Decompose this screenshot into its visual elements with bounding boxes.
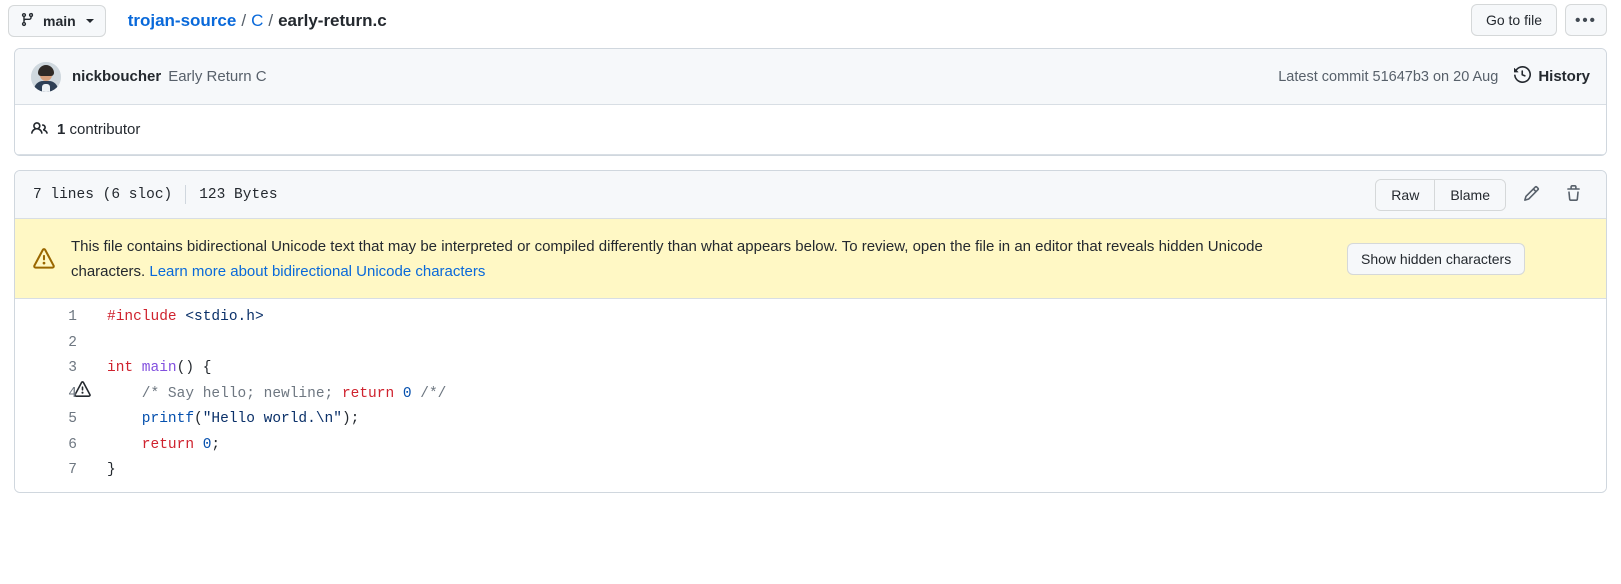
line-content[interactable]: } xyxy=(77,458,116,484)
code-line: 7 } xyxy=(15,458,1606,484)
line-number[interactable]: 7 xyxy=(45,458,77,484)
line-warning-gutter xyxy=(15,458,45,484)
breadcrumb-separator-2: / xyxy=(268,10,274,30)
line-number[interactable]: 6 xyxy=(45,433,77,459)
token-header: <stdio.h> xyxy=(176,309,264,325)
branch-name-label: main xyxy=(43,12,76,29)
token-string: "Hello world.\n" xyxy=(202,411,342,427)
commit-meta: Latest commit 51647b3 on 20 Aug History xyxy=(1278,65,1590,87)
line-content[interactable]: printf("Hello world.\n"); xyxy=(77,407,360,433)
token-comment: /* Say hello; newline; xyxy=(107,385,342,402)
code-line: 3 int main() { xyxy=(15,356,1606,382)
token-punct: ( xyxy=(194,411,203,427)
avatar[interactable] xyxy=(31,61,61,92)
history-clock-icon xyxy=(1514,65,1532,87)
github-file-view-page: main trojan-source / C / early-return.c … xyxy=(0,0,1621,584)
branch-selector-button[interactable]: main xyxy=(8,4,106,37)
blame-button[interactable]: Blame xyxy=(1434,179,1505,210)
code-line: 2 xyxy=(15,331,1606,357)
token-function: main xyxy=(133,360,177,376)
token-function-call: printf xyxy=(107,411,195,427)
token-keyword: return xyxy=(107,436,195,453)
edit-file-button[interactable] xyxy=(1514,180,1548,210)
line-content[interactable]: return 0; xyxy=(77,433,220,459)
file-info-box: nickboucher Early Return C Latest commit… xyxy=(14,48,1607,156)
line-warning-gutter xyxy=(15,433,45,459)
trash-icon xyxy=(1565,184,1582,205)
token-keyword: int xyxy=(107,360,134,376)
commit-author-link[interactable]: nickboucher xyxy=(72,68,161,85)
line-warning-gutter[interactable] xyxy=(15,380,91,408)
token-punct: } xyxy=(107,462,116,478)
line-content[interactable]: /* Say hello; newline; return 0 /*/ xyxy=(77,382,447,408)
token-punct: ); xyxy=(341,411,360,427)
token-punct: ; xyxy=(211,436,221,453)
chevron-down-icon xyxy=(85,18,94,23)
token-preprocessor: #include xyxy=(107,309,177,325)
latest-commit-row: nickboucher Early Return C Latest commit… xyxy=(15,49,1606,105)
code-block: 1 #include <stdio.h> 2 3 int main() {4 … xyxy=(15,299,1606,492)
people-icon xyxy=(31,120,48,140)
bidi-learn-more-link[interactable]: Learn more about bidirectional Unicode c… xyxy=(149,263,485,280)
token-number: 0 xyxy=(394,385,412,402)
line-warning-gutter xyxy=(15,305,45,331)
blob-header: 7 lines (6 sloc) 123 Bytes Raw Blame xyxy=(15,171,1606,219)
file-header-row: main trojan-source / C / early-return.c … xyxy=(0,0,1621,41)
bidi-warning-banner: This file contains bidirectional Unicode… xyxy=(15,219,1606,299)
breadcrumb: trojan-source / C / early-return.c xyxy=(128,11,387,31)
bidi-warning-text: This file contains bidirectional Unicode… xyxy=(71,234,1329,284)
latest-commit-info: Latest commit 51647b3 on 20 Aug xyxy=(1278,68,1499,85)
blob-stats: 7 lines (6 sloc) 123 Bytes xyxy=(33,185,278,204)
token-keyword: return xyxy=(341,385,395,402)
line-number[interactable]: 2 xyxy=(45,331,77,357)
go-to-file-button[interactable]: Go to file xyxy=(1470,4,1557,36)
code-line: 5 printf("Hello world.\n"); xyxy=(15,407,1606,433)
line-content[interactable]: int main() { xyxy=(77,356,211,382)
header-actions: Go to file ••• xyxy=(1470,4,1607,36)
token-punct: () { xyxy=(176,360,212,376)
blob-box: 7 lines (6 sloc) 123 Bytes Raw Blame Thi… xyxy=(14,170,1607,493)
more-options-button[interactable]: ••• xyxy=(1565,4,1607,36)
code-line: 4 /* Say hello; newline; return 0 /*/ xyxy=(15,380,1606,408)
alert-triangle-icon xyxy=(33,247,55,270)
git-branch-icon xyxy=(20,12,35,30)
line-warning-gutter xyxy=(15,407,45,433)
blob-file-size: 123 Bytes xyxy=(199,186,278,203)
commit-message[interactable]: Early Return C xyxy=(168,68,266,85)
history-link[interactable]: History xyxy=(1514,65,1590,87)
raw-button[interactable]: Raw xyxy=(1376,179,1435,210)
raw-blame-button-group: Raw Blame xyxy=(1375,178,1506,211)
breadcrumb-current-file: early-return.c xyxy=(278,10,387,30)
breadcrumb-repo-link[interactable]: trojan-source xyxy=(128,11,237,31)
token-number: 0 xyxy=(194,436,212,453)
line-content[interactable]: #include <stdio.h> xyxy=(77,305,264,331)
blob-stats-divider xyxy=(185,185,187,204)
blob-actions: Raw Blame xyxy=(1375,178,1590,211)
breadcrumb-folder-link[interactable]: C xyxy=(251,11,263,31)
contributor-label: contributor xyxy=(69,121,141,138)
line-warning-gutter xyxy=(15,331,45,357)
blob-line-count: 7 lines (6 sloc) xyxy=(33,186,173,203)
show-hidden-characters-button[interactable]: Show hidden characters xyxy=(1347,242,1526,275)
line-number[interactable]: 5 xyxy=(45,407,77,433)
code-line: 1 #include <stdio.h> xyxy=(15,305,1606,331)
contributor-count-text: 1 contributor xyxy=(57,121,140,138)
contributor-count: 1 xyxy=(57,121,66,138)
code-line: 6 return 0; xyxy=(15,433,1606,459)
token-comment-tail: /*/ xyxy=(411,385,447,402)
history-label: History xyxy=(1538,68,1590,85)
breadcrumb-separator-1: / xyxy=(241,10,247,30)
contributors-row: 1 contributor xyxy=(15,105,1606,155)
line-number[interactable]: 1 xyxy=(45,305,77,331)
delete-file-button[interactable] xyxy=(1556,180,1590,210)
pencil-icon xyxy=(1523,185,1540,205)
line-number[interactable]: 4 xyxy=(45,382,77,408)
